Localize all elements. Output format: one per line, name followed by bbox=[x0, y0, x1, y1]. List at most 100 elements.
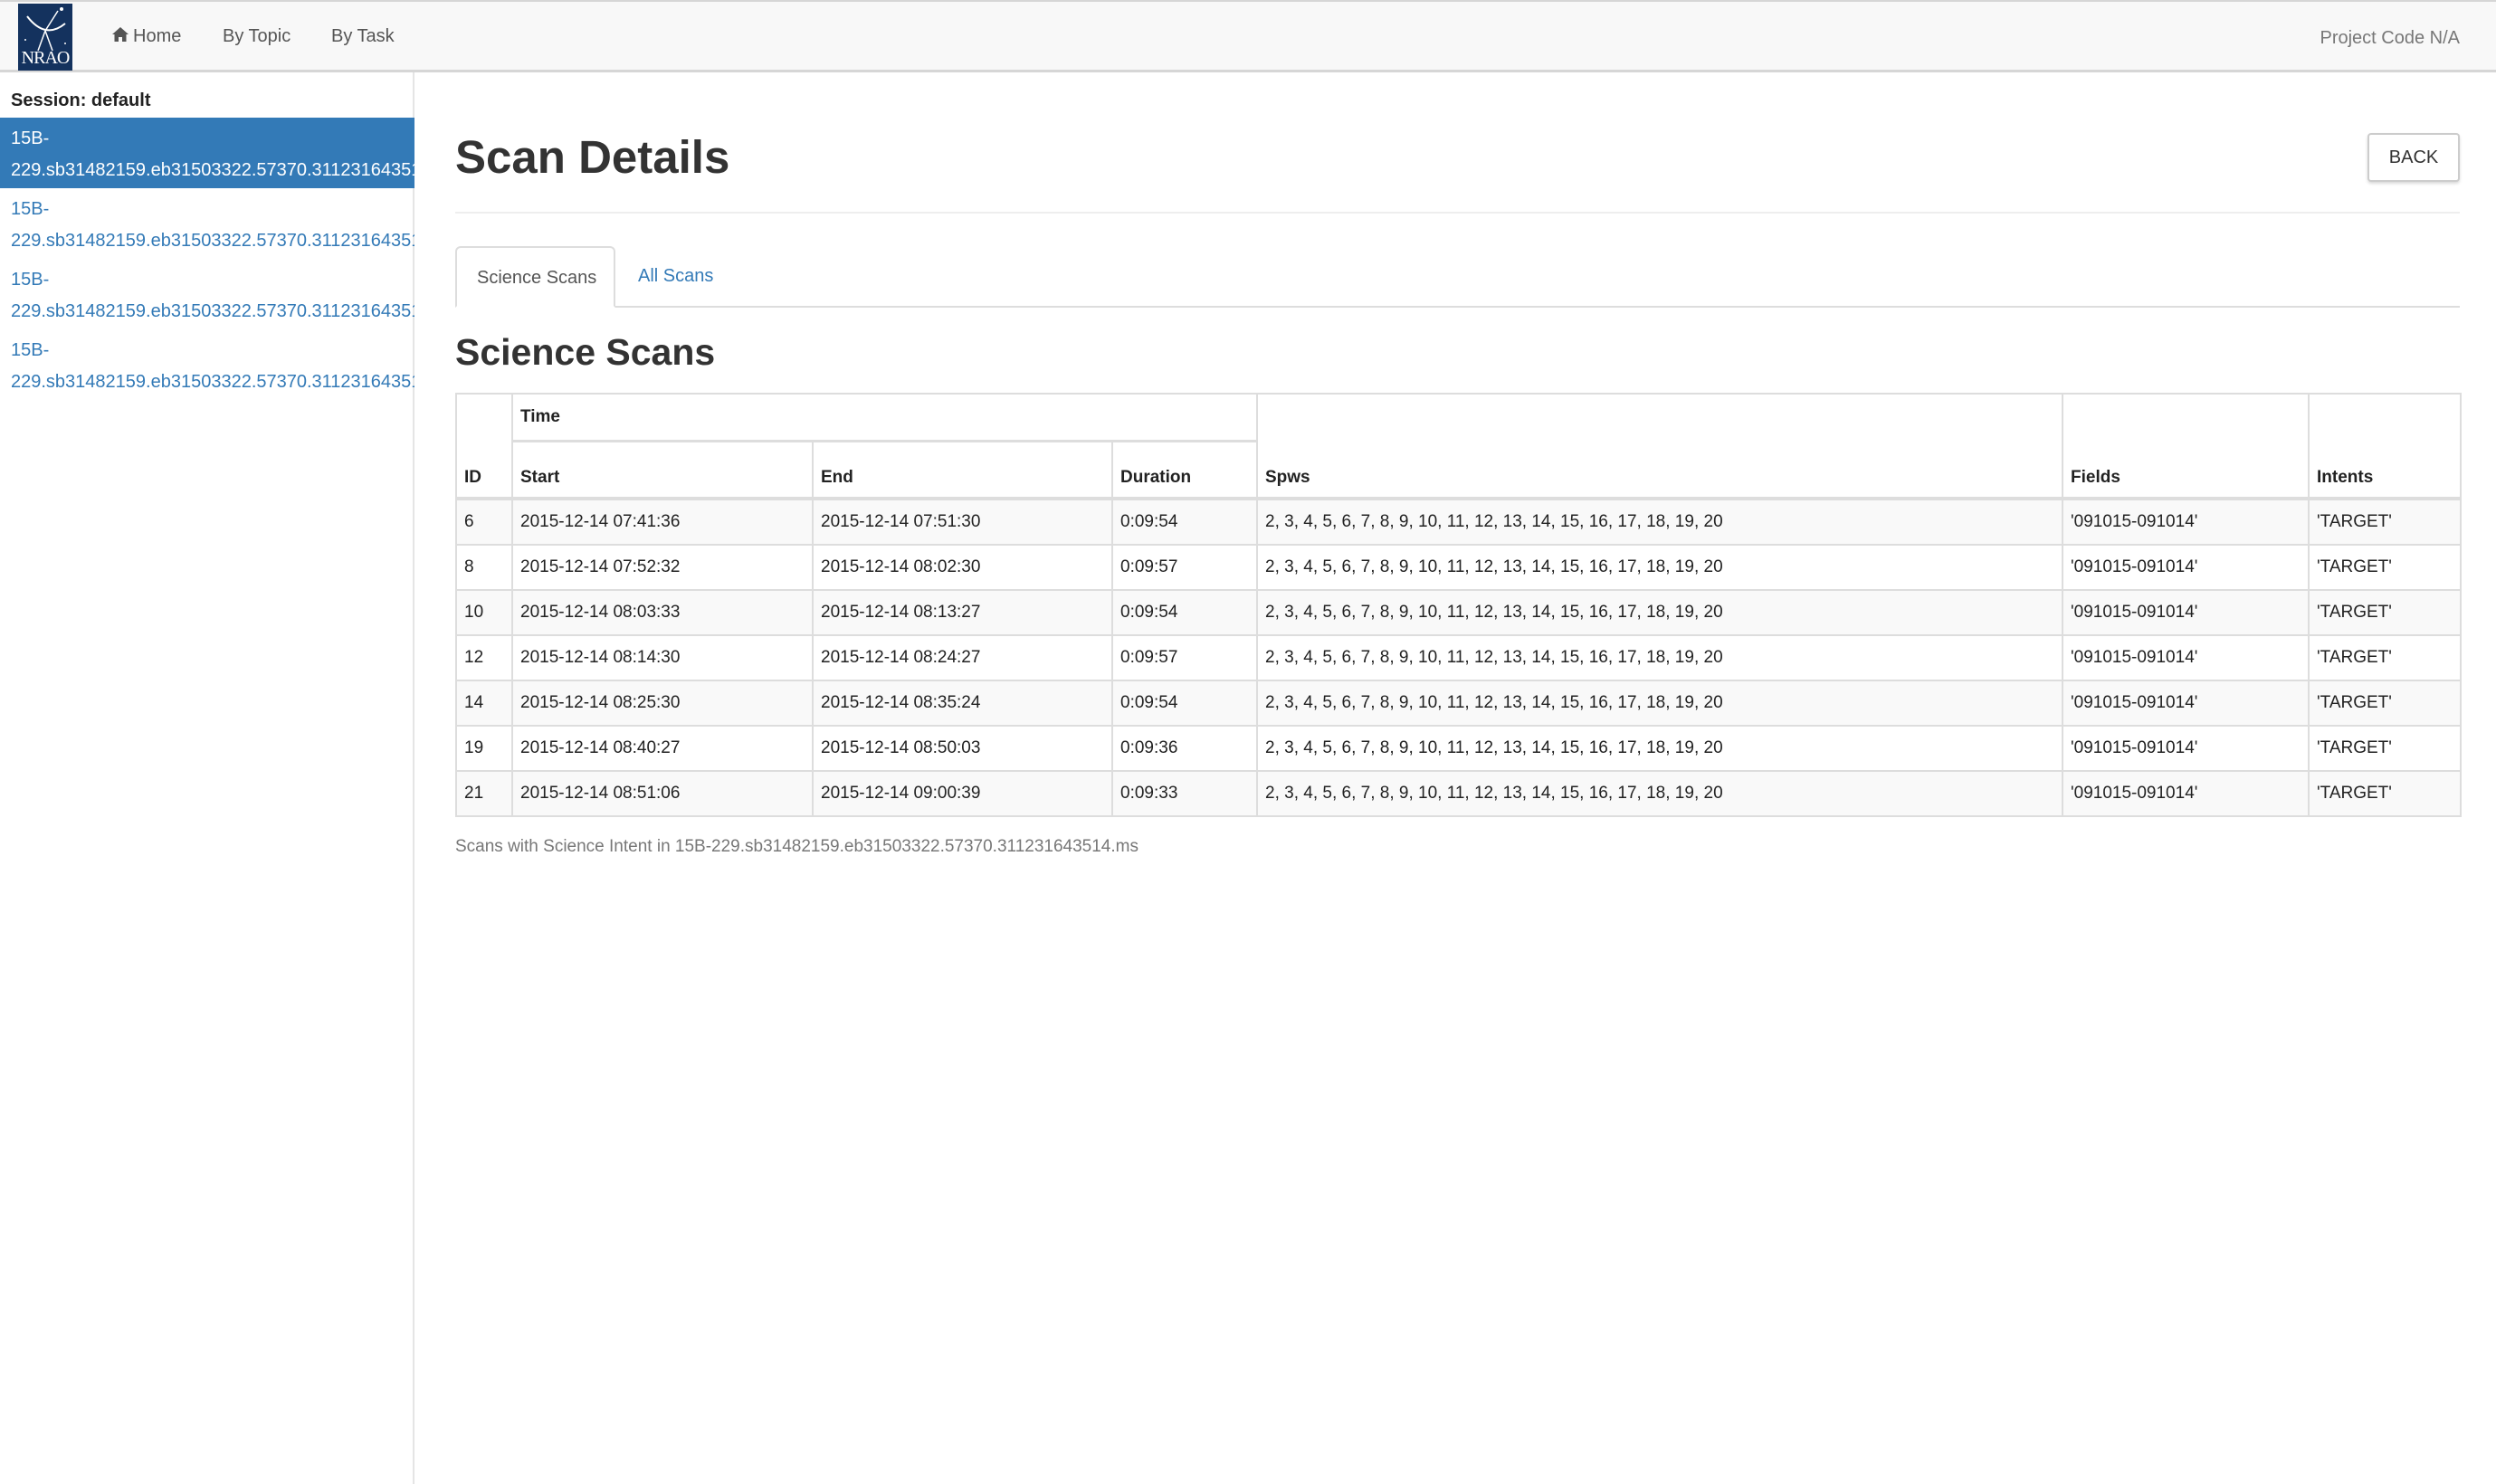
header-blank bbox=[2062, 393, 2310, 442]
session-label: Session: default bbox=[11, 90, 151, 110]
cell-id: 10 bbox=[455, 589, 513, 636]
sidebar: Session: default 15B- 229.sb31482159.eb3… bbox=[0, 72, 414, 1484]
cell-start: 2015-12-14 08:40:27 bbox=[511, 725, 814, 772]
cell-spws: 2, 3, 4, 5, 6, 7, 8, 9, 10, 11, 12, 13, … bbox=[1256, 680, 2063, 727]
header-blank bbox=[455, 393, 513, 442]
cell-spws: 2, 3, 4, 5, 6, 7, 8, 9, 10, 11, 12, 13, … bbox=[1256, 770, 2063, 817]
nav-by-task-link[interactable]: By Task bbox=[331, 2, 395, 71]
sidebar-item-ms-1[interactable]: 15B- 229.sb31482159.eb31503322.57370.311… bbox=[0, 118, 414, 188]
cell-duration: 0:09:36 bbox=[1111, 725, 1258, 772]
header-id: ID bbox=[455, 441, 513, 500]
cell-start: 2015-12-14 07:52:32 bbox=[511, 544, 814, 591]
cell-start: 2015-12-14 07:41:36 bbox=[511, 498, 814, 546]
back-button[interactable]: BACK bbox=[2367, 133, 2460, 182]
cell-end: 2015-12-14 08:13:27 bbox=[812, 589, 1113, 636]
cell-spws: 2, 3, 4, 5, 6, 7, 8, 9, 10, 11, 12, 13, … bbox=[1256, 544, 2063, 591]
sidebar-item-ms-4[interactable]: 15B- 229.sb31482159.eb31503322.57370.311… bbox=[0, 329, 414, 400]
cell-spws: 2, 3, 4, 5, 6, 7, 8, 9, 10, 11, 12, 13, … bbox=[1256, 634, 2063, 681]
home-icon bbox=[112, 27, 129, 42]
cell-end: 2015-12-14 08:50:03 bbox=[812, 725, 1113, 772]
scan-tabs: Science Scans All Scans bbox=[455, 246, 2460, 308]
cell-id: 14 bbox=[455, 680, 513, 727]
cell-start: 2015-12-14 08:25:30 bbox=[511, 680, 814, 727]
top-navbar: NRAO Home By Topic By Task Project Code … bbox=[0, 0, 2496, 72]
cell-spws: 2, 3, 4, 5, 6, 7, 8, 9, 10, 11, 12, 13, … bbox=[1256, 725, 2063, 772]
cell-duration: 0:09:57 bbox=[1111, 544, 1258, 591]
sidebar-item-line1: 15B- bbox=[11, 340, 50, 360]
cell-fields: '091015-091014' bbox=[2062, 544, 2310, 591]
sidebar-item-line2: 229.sb31482159.eb31503322.57370.31123164… bbox=[11, 372, 414, 392]
cell-duration: 0:09:54 bbox=[1111, 498, 1258, 546]
nav-home-label: Home bbox=[133, 26, 182, 46]
header-blank bbox=[1256, 393, 2063, 442]
cell-start: 2015-12-14 08:51:06 bbox=[511, 770, 814, 817]
cell-spws: 2, 3, 4, 5, 6, 7, 8, 9, 10, 11, 12, 13, … bbox=[1256, 498, 2063, 546]
cell-intents: 'TARGET' bbox=[2308, 544, 2462, 591]
sidebar-item-line1: 15B- bbox=[11, 199, 50, 219]
cell-end: 2015-12-14 08:35:24 bbox=[812, 680, 1113, 727]
header-spws: Spws bbox=[1256, 441, 2063, 500]
cell-intents: 'TARGET' bbox=[2308, 770, 2462, 817]
table-row: 21 2015-12-14 08:51:06 2015-12-14 09:00:… bbox=[455, 770, 2462, 817]
cell-start: 2015-12-14 08:03:33 bbox=[511, 589, 814, 636]
nrao-logo[interactable]: NRAO bbox=[18, 4, 72, 71]
cell-id: 12 bbox=[455, 634, 513, 681]
header-start: Start bbox=[511, 440, 814, 500]
project-code: Project Code N/A bbox=[2320, 28, 2460, 48]
tab-science-scans[interactable]: Science Scans bbox=[455, 246, 615, 308]
title-divider bbox=[455, 212, 2460, 214]
table-row: 14 2015-12-14 08:25:30 2015-12-14 08:35:… bbox=[455, 680, 2462, 727]
cell-intents: 'TARGET' bbox=[2308, 680, 2462, 727]
table-row: 6 2015-12-14 07:41:36 2015-12-14 07:51:3… bbox=[455, 498, 2462, 546]
logo-text: NRAO bbox=[21, 48, 71, 68]
sidebar-item-line2: 229.sb31482159.eb31503322.57370.31123164… bbox=[11, 160, 414, 180]
nav-home-link[interactable]: Home bbox=[111, 2, 181, 71]
cell-duration: 0:09:33 bbox=[1111, 770, 1258, 817]
cell-end: 2015-12-14 09:00:39 bbox=[812, 770, 1113, 817]
cell-duration: 0:09:54 bbox=[1111, 680, 1258, 727]
section-title: Science Scans bbox=[455, 331, 716, 373]
science-scans-table: Time ID Start End Duration Spws Fields I… bbox=[455, 393, 2462, 817]
cell-id: 19 bbox=[455, 725, 513, 772]
cell-end: 2015-12-14 08:02:30 bbox=[812, 544, 1113, 591]
cell-duration: 0:09:57 bbox=[1111, 634, 1258, 681]
header-time-group: Time bbox=[511, 393, 1258, 442]
sidebar-item-line1: 15B- bbox=[11, 128, 50, 148]
table-caption: Scans with Science Intent in 15B-229.sb3… bbox=[455, 837, 1138, 856]
sidebar-item-ms-3[interactable]: 15B- 229.sb31482159.eb31503322.57370.311… bbox=[0, 259, 414, 329]
header-end: End bbox=[812, 440, 1113, 500]
table-row: 10 2015-12-14 08:03:33 2015-12-14 08:13:… bbox=[455, 589, 2462, 636]
sidebar-item-ms-2[interactable]: 15B- 229.sb31482159.eb31503322.57370.311… bbox=[0, 188, 414, 259]
cell-intents: 'TARGET' bbox=[2308, 498, 2462, 546]
sidebar-item-line2: 229.sb31482159.eb31503322.57370.31123164… bbox=[11, 301, 414, 321]
cell-id: 8 bbox=[455, 544, 513, 591]
table-row: 12 2015-12-14 08:14:30 2015-12-14 08:24:… bbox=[455, 634, 2462, 681]
cell-intents: 'TARGET' bbox=[2308, 725, 2462, 772]
header-duration: Duration bbox=[1111, 440, 1258, 500]
cell-fields: '091015-091014' bbox=[2062, 770, 2310, 817]
tab-all-scans[interactable]: All Scans bbox=[618, 246, 733, 308]
cell-intents: 'TARGET' bbox=[2308, 589, 2462, 636]
cell-end: 2015-12-14 07:51:30 bbox=[812, 498, 1113, 546]
sidebar-item-line2: 229.sb31482159.eb31503322.57370.31123164… bbox=[11, 231, 414, 251]
cell-id: 21 bbox=[455, 770, 513, 817]
cell-fields: '091015-091014' bbox=[2062, 634, 2310, 681]
cell-intents: 'TARGET' bbox=[2308, 634, 2462, 681]
table-row: 19 2015-12-14 08:40:27 2015-12-14 08:50:… bbox=[455, 725, 2462, 772]
header-blank bbox=[2308, 393, 2462, 442]
cell-fields: '091015-091014' bbox=[2062, 725, 2310, 772]
sidebar-item-line1: 15B- bbox=[11, 270, 50, 290]
cell-id: 6 bbox=[455, 498, 513, 546]
header-fields: Fields bbox=[2062, 441, 2310, 500]
cell-duration: 0:09:54 bbox=[1111, 589, 1258, 636]
page-title: Scan Details bbox=[455, 131, 730, 183]
cell-end: 2015-12-14 08:24:27 bbox=[812, 634, 1113, 681]
cell-fields: '091015-091014' bbox=[2062, 680, 2310, 727]
cell-start: 2015-12-14 08:14:30 bbox=[511, 634, 814, 681]
nav-by-topic-link[interactable]: By Topic bbox=[223, 2, 291, 71]
cell-fields: '091015-091014' bbox=[2062, 498, 2310, 546]
cell-spws: 2, 3, 4, 5, 6, 7, 8, 9, 10, 11, 12, 13, … bbox=[1256, 589, 2063, 636]
table-row: 8 2015-12-14 07:52:32 2015-12-14 08:02:3… bbox=[455, 544, 2462, 591]
cell-fields: '091015-091014' bbox=[2062, 589, 2310, 636]
header-intents: Intents bbox=[2308, 441, 2462, 500]
